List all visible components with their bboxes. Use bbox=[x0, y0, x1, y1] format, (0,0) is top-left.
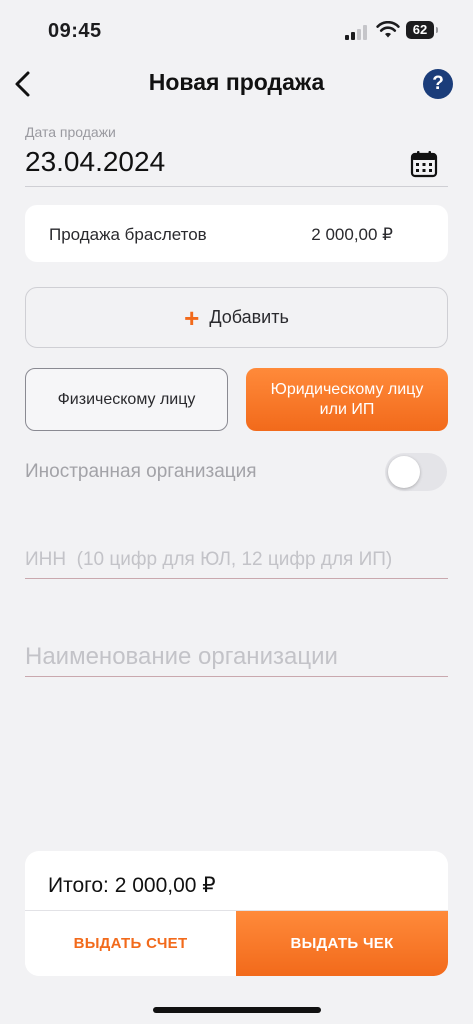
date-value[interactable]: 23.04.2024 bbox=[25, 146, 165, 178]
date-label: Дата продажи bbox=[25, 124, 116, 140]
status-bar: 09:45 62 bbox=[0, 0, 473, 62]
total-panel: Итого: 2 000,00 ₽ ВЫДАТЬ СЧЕТ ВЫДАТЬ ЧЕК bbox=[25, 851, 448, 976]
home-indicator[interactable] bbox=[153, 1007, 321, 1013]
inn-input[interactable] bbox=[25, 541, 448, 579]
calendar-icon bbox=[410, 151, 438, 178]
question-icon: ? bbox=[432, 73, 444, 94]
buyer-type-physical-button[interactable]: Физическому лицу bbox=[25, 368, 228, 431]
foreign-org-toggle[interactable] bbox=[385, 453, 447, 491]
help-button[interactable]: ? bbox=[423, 69, 453, 99]
calendar-button[interactable] bbox=[410, 150, 438, 178]
add-item-button[interactable]: + Добавить bbox=[25, 287, 448, 348]
add-item-label: Добавить bbox=[209, 307, 289, 327]
cellular-signal-icon bbox=[345, 24, 371, 40]
status-time: 09:45 bbox=[48, 20, 102, 42]
total-amount: Итого: 2 000,00 ₽ bbox=[48, 874, 216, 897]
toggle-knob bbox=[388, 456, 420, 488]
item-name: Продажа браслетов bbox=[49, 225, 207, 244]
battery-icon: 62 bbox=[406, 21, 438, 39]
sale-item-card[interactable]: Продажа браслетов 2 000,00 ₽ bbox=[25, 205, 448, 262]
org-name-input[interactable] bbox=[25, 637, 448, 677]
foreign-org-label: Иностранная организация bbox=[25, 461, 257, 482]
buyer-type-legal-button[interactable]: Юридическому лицу или ИП bbox=[246, 368, 448, 431]
issue-receipt-button[interactable]: ВЫДАТЬ ЧЕК bbox=[236, 911, 448, 976]
plus-icon: + bbox=[184, 302, 200, 333]
wifi-icon bbox=[376, 21, 400, 38]
page-title: Новая продажа bbox=[148, 69, 325, 95]
date-underline bbox=[25, 186, 448, 187]
item-price: 2 000,00 ₽ bbox=[311, 225, 393, 244]
issue-invoice-button[interactable]: ВЫДАТЬ СЧЕТ bbox=[25, 911, 236, 976]
